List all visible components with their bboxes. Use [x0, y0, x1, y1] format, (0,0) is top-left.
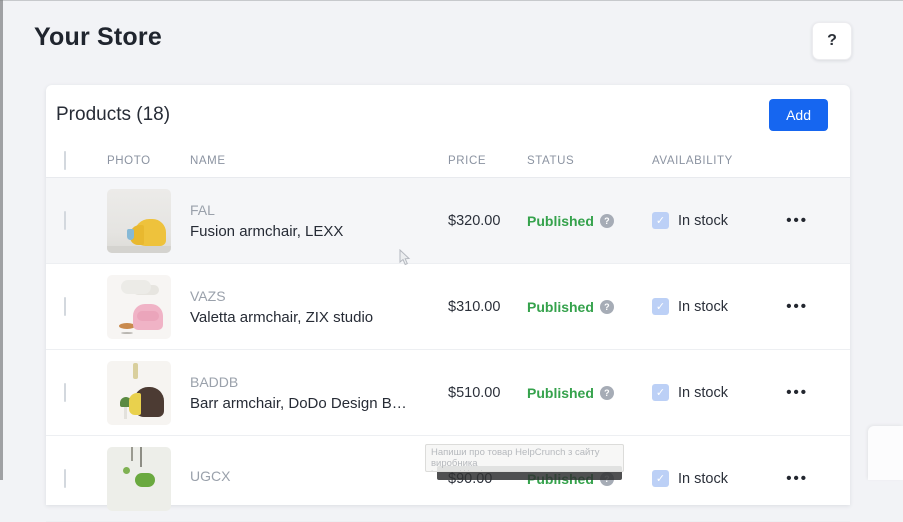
product-name: Barr armchair, DoDo Design B… — [190, 395, 448, 412]
availability-label: In stock — [678, 471, 728, 487]
status-help-icon[interactable]: ? — [600, 300, 614, 314]
row-checkbox[interactable] — [64, 469, 66, 488]
frame-edge-left — [0, 0, 3, 480]
help-button[interactable]: ? — [812, 22, 852, 60]
row-checkbox[interactable] — [64, 297, 66, 316]
column-header-price: PRICE — [448, 155, 527, 167]
product-code: UGCX — [190, 468, 448, 484]
availability-label: In stock — [678, 299, 728, 315]
status-cell: Published ? — [527, 385, 652, 401]
page-title: Your Store — [34, 23, 162, 52]
status-badge: Published — [527, 385, 594, 401]
availability-cell: ✓ In stock — [652, 384, 766, 401]
column-header-availability: AVAILABILITY — [652, 155, 766, 167]
availability-label: In stock — [678, 385, 728, 401]
status-badge: Published — [527, 213, 594, 229]
mouse-cursor-icon — [399, 249, 411, 271]
select-all-checkbox[interactable] — [64, 151, 66, 170]
availability-cell: ✓ In stock — [652, 470, 766, 487]
more-actions-icon[interactable]: ••• — [786, 384, 808, 401]
more-actions-icon[interactable]: ••• — [786, 212, 808, 229]
more-actions-icon[interactable]: ••• — [786, 298, 808, 315]
frame-edge-top — [0, 0, 903, 1]
product-price: $310.00 — [448, 299, 527, 315]
row-checkbox[interactable] — [64, 383, 66, 402]
table-row[interactable]: BADDB Barr armchair, DoDo Design B… $510… — [46, 350, 850, 436]
tooltip-line1: Напиши про товар HelpCrunch з сайту виро… — [431, 447, 618, 469]
product-name: Fusion armchair, LEXX — [190, 223, 448, 240]
bottom-right-panel-fragment — [868, 426, 903, 480]
products-card-header: Products (18) Add — [46, 85, 850, 145]
status-help-icon[interactable]: ? — [600, 386, 614, 400]
in-stock-checkbox[interactable]: ✓ — [652, 384, 669, 401]
product-photo — [107, 275, 171, 339]
status-cell: Published ? — [527, 213, 652, 229]
table-header-row: PHOTO NAME PRICE STATUS AVAILABILITY — [46, 145, 850, 178]
product-code: BADDB — [190, 374, 448, 390]
product-code: VAZS — [190, 288, 448, 304]
table-row[interactable]: VAZS Valetta armchair, ZIX studio $310.0… — [46, 264, 850, 350]
status-help-icon[interactable]: ? — [600, 214, 614, 228]
column-header-photo: PHOTO — [107, 155, 190, 167]
product-photo — [107, 361, 171, 425]
product-code: FAL — [190, 202, 448, 218]
status-cell: Published ? — [527, 299, 652, 315]
status-badge: Published — [527, 299, 594, 315]
availability-label: In stock — [678, 213, 728, 229]
products-card: Products (18) Add PHOTO NAME PRICE STATU… — [46, 85, 850, 505]
availability-cell: ✓ In stock — [652, 298, 766, 315]
add-product-button[interactable]: Add — [769, 99, 828, 131]
in-stock-checkbox[interactable]: ✓ — [652, 298, 669, 315]
product-name: Valetta armchair, ZIX studio — [190, 309, 448, 326]
in-stock-checkbox[interactable]: ✓ — [652, 470, 669, 487]
product-price: $320.00 — [448, 213, 527, 229]
table-row[interactable]: FAL Fusion armchair, LEXX $320.00 Publis… — [46, 178, 850, 264]
product-price: $510.00 — [448, 385, 527, 401]
taskbar-tooltip: Напиши про товар HelpCrunch з сайту виро… — [425, 444, 624, 472]
row-checkbox[interactable] — [64, 211, 66, 230]
availability-cell: ✓ In stock — [652, 212, 766, 229]
column-header-name: NAME — [190, 155, 448, 167]
more-actions-icon[interactable]: ••• — [786, 470, 808, 487]
column-header-status: STATUS — [527, 155, 652, 167]
tooltip-line2: https - Word — [431, 469, 618, 472]
products-count-title: Products (18) — [56, 104, 170, 126]
product-photo — [107, 447, 171, 511]
in-stock-checkbox[interactable]: ✓ — [652, 212, 669, 229]
product-photo — [107, 189, 171, 253]
